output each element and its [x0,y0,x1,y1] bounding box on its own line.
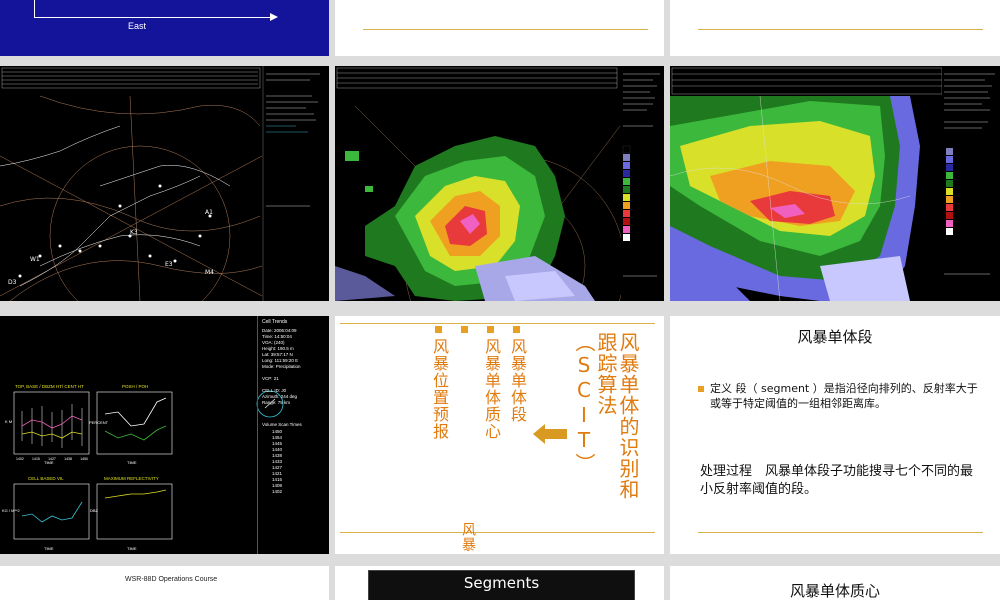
cell-info-line: Range: 75 km [262,400,291,405]
svg-text:E3: E3 [165,261,173,268]
bullet-square-icon [513,326,520,333]
svg-text:A1: A1 [205,209,213,216]
scan-time-item: 1402 [272,489,283,494]
svg-text:D3: D3 [8,279,17,286]
slide-thumbnail-storm-tracking[interactable]: W1 K3 A1 E3 M4 D3 [0,66,329,301]
axis-line [34,17,274,18]
xlabel-time: TIME [127,460,137,465]
scit-item-forecast: 风暴位置预报 [430,338,449,440]
chart-title-top-base: TOP, BASE / DBZM HT/ CENT HT [15,384,84,389]
segments-image: Segments [368,570,635,600]
arrow-left-icon [545,429,567,439]
ylabel-percent: PERCENT [89,420,109,425]
cell-info-line: Mode: Precipitation [262,364,301,369]
slide-thumbnail-1[interactable]: East [0,0,329,56]
slide-sorter-view: { "row1": { "east_label": "East" }, "cel… [0,0,1000,600]
xlabel-time: TIME [44,546,54,551]
xtick-label: 1450 [80,457,88,461]
ylabel-km: K M [5,419,13,424]
scit-item-segment: 风暴单体段 [508,338,527,423]
svg-text:K3: K3 [130,229,138,236]
radar-reflectivity-image [335,66,664,301]
slide-thumbnail-segments[interactable]: Segments [335,566,664,600]
xtick-label: 1427 [48,457,56,461]
scit-fragment: 风暴 [460,522,476,552]
xtick-label: 1438 [64,457,72,461]
cell-info-panel: Cell Trends Date: 2006:04:09 Time: 14:50:… [257,316,329,554]
ylabel-dbz: DBZ [90,508,98,513]
slide-thumbnail-composite-reflectivity[interactable] [670,66,1000,301]
bullet-square-icon [487,326,494,333]
storm-track-map: W1 K3 A1 E3 M4 D3 [0,66,329,301]
arrow-right-icon [270,13,278,21]
bullet-square-icon [435,326,442,333]
ylabel-vil: KG / M**2 [2,508,20,513]
divider [698,532,983,533]
divider [340,532,655,533]
east-label: East [128,21,147,31]
divider [363,29,648,30]
slide-thumbnail-segment-definition[interactable]: 风暴单体段 定义 段（ segment ）是指沿径向排列的、反射率大于或等于特定… [670,316,1000,554]
cell-info-lines: Date: 2006:04:09 Time: 14:50:04 VOA: (240)… [262,328,301,406]
segment-definition-text: 定义 段（ segment ）是指沿径向排列的、反射率大于或等于特定阈值的一组相… [710,382,978,410]
chart-title-vil: CELL BASED VIL [28,476,64,481]
bullet-square-icon [461,326,468,333]
arrow-left-icon [533,424,545,444]
slide-title: 风暴单体质心 [789,582,880,600]
xtick-label: 1402 [16,457,24,461]
radar-composite-image [670,66,1000,301]
slide-thumbnail-3[interactable] [670,0,1000,56]
slide-thumbnail-2[interactable] [335,0,664,56]
slide-thumbnail-cell-trends[interactable]: TOP, BASE / DBZM HT/ CENT HT POSH / POH … [0,316,329,554]
slide-thumbnail-scit[interactable]: 风暴单体的识别和跟踪算法（SCIT） 风暴单体段 风暴单体质心 风暴位置预报 风… [335,316,664,554]
scit-item-centroid: 风暴单体质心 [482,338,501,440]
chart-title-max-reflectivity: MAXIMUM REFLECTIVITY [104,476,159,481]
svg-text:M4: M4 [205,269,214,276]
divider [698,29,983,30]
xtick-row: 1402 1415 1427 1438 1450 [16,456,88,462]
segments-title: Segments [463,574,540,592]
panel-title: Cell Trends [262,319,288,325]
scan-times-title: Volume Scan Times [262,422,302,427]
bullet-square-icon [698,386,704,392]
slide-thumbnail-base-reflectivity[interactable] [335,66,664,301]
axis-line [34,0,35,18]
scan-times-list: 1450 1454 1445 1440 1438 1433 1427 1421 1415 1408… [272,429,282,495]
xtick-label: 1415 [32,457,40,461]
course-label: WSR-88D Operations Course [125,576,218,583]
xlabel-time: TIME [127,546,137,551]
divider [340,323,655,324]
scit-title: 风暴单体的识别和跟踪算法（SCIT） [572,332,640,500]
svg-text:W1: W1 [30,256,40,263]
process-description-text: 处理过程 风暴单体段子功能搜寻七个不同的最小反射率阈值的段。 [700,464,974,497]
slide-thumbnail-course[interactable]: WSR-88D Operations Course [0,566,329,600]
chart-title-posh-poh: POSH / POH [122,384,149,389]
slide-title: 风暴单体段 [797,328,873,346]
slide-thumbnail-centroid[interactable]: 风暴单体质心 [670,566,1000,600]
